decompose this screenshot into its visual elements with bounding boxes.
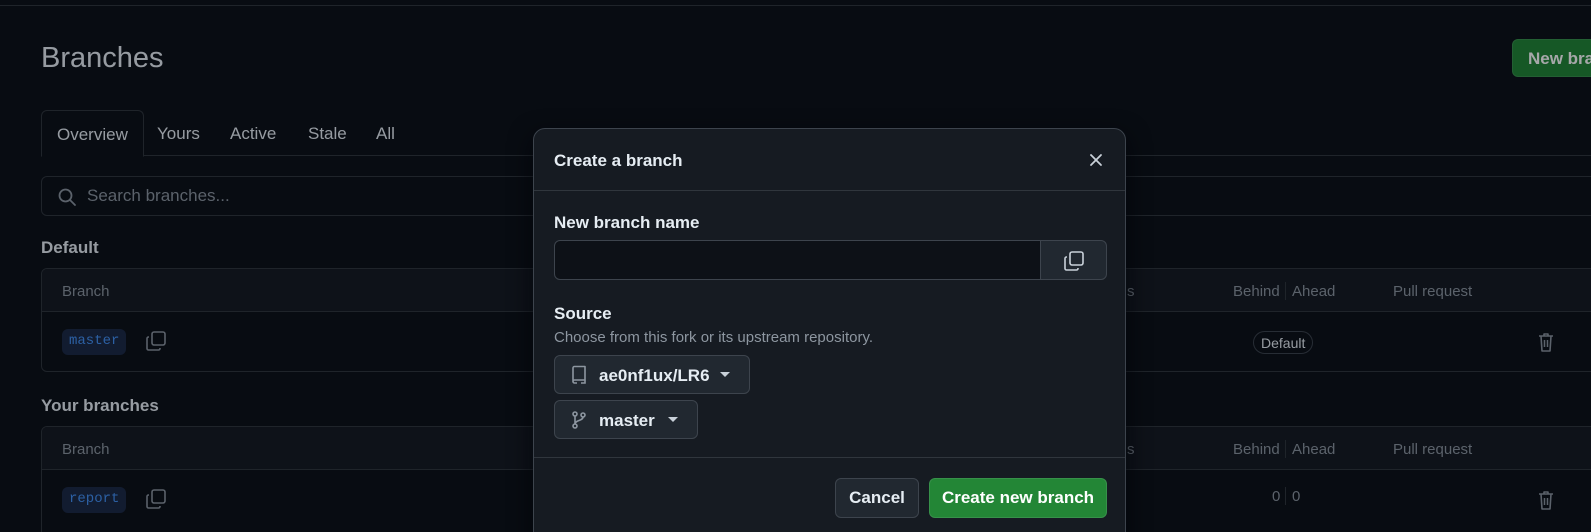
dialog-footer: Cancel Create new branch [534,457,1125,532]
dialog-header: Create a branch [534,129,1125,191]
git-branch-icon [572,411,586,429]
branch-select[interactable]: master [554,400,698,439]
new-branch-name-label: New branch name [554,213,700,232]
repository-select[interactable]: ae0nf1ux/LR6 [554,355,750,394]
caret-down-icon [720,372,730,377]
create-new-branch-button[interactable]: Create new branch [929,478,1107,518]
create-branch-dialog: Create a branch New branch name Source C… [533,128,1126,532]
repo-icon [572,365,586,384]
source-label: Source [554,304,612,323]
dialog-title: Create a branch [554,151,683,170]
paste-button[interactable] [1040,240,1107,280]
new-branch-name-input[interactable] [554,240,1041,280]
cancel-button[interactable]: Cancel [835,478,919,518]
repository-name: ae0nf1ux/LR6 [599,366,710,385]
branch-name: master [599,411,655,430]
caret-down-icon [668,417,678,422]
close-icon[interactable] [1086,150,1106,170]
source-caption: Choose from this fork or its upstream re… [554,329,873,346]
copy-icon [1064,251,1084,271]
